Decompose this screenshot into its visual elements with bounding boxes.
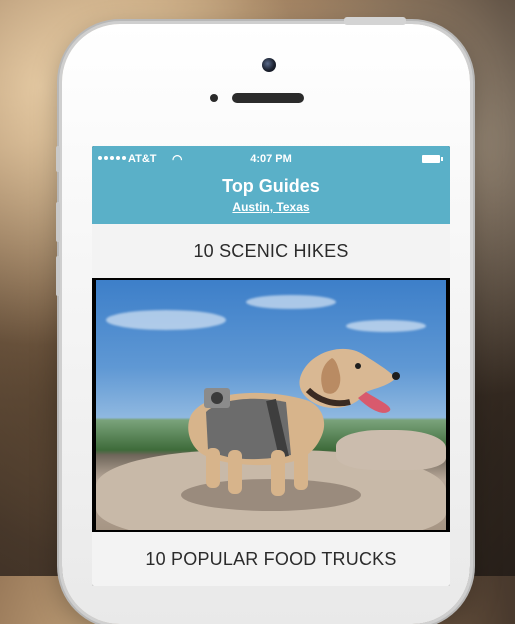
status-bar: AT&T ◠ 4:07 PM bbox=[92, 152, 450, 168]
dog-illustration bbox=[181, 348, 400, 511]
guide-photo-dog-hike[interactable] bbox=[96, 280, 446, 530]
volume-up-button bbox=[56, 202, 60, 242]
guide-title-scenic-hikes[interactable]: 10 SCENIC HIKES bbox=[92, 224, 450, 278]
volume-down-button bbox=[56, 256, 60, 296]
status-time: 4:07 PM bbox=[250, 153, 292, 165]
page-title: Top Guides bbox=[222, 176, 320, 196]
earpiece-speaker bbox=[232, 93, 304, 103]
battery-icon bbox=[422, 155, 443, 163]
front-camera-icon bbox=[262, 58, 276, 72]
guide-title-food-trucks[interactable]: 10 POPULAR FOOD TRUCKS bbox=[92, 532, 450, 586]
power-button bbox=[344, 17, 406, 25]
app-screen: AT&T ◠ 4:07 PM Top Guides Austin, Texas … bbox=[92, 146, 450, 586]
mute-switch bbox=[56, 146, 60, 172]
location-link[interactable]: Austin, Texas bbox=[92, 200, 450, 214]
proximity-sensor bbox=[210, 94, 218, 102]
nav-bar: AT&T ◠ 4:07 PM Top Guides Austin, Texas bbox=[92, 146, 450, 224]
